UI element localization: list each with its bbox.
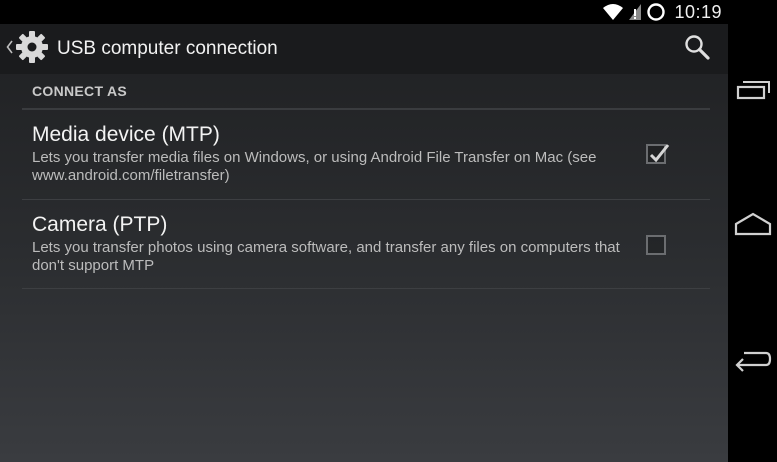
status-icons: 10:19 [602,0,722,24]
status-bar: 10:19 [0,0,728,24]
pref-title: Media device (MTP) [32,123,220,146]
page-title: USB computer connection [57,38,278,59]
pref-summary: Lets you transfer photos using camera so… [32,239,620,274]
back-icon [734,348,772,377]
chevron-left-icon [6,40,13,58]
home-button[interactable] [728,196,777,256]
home-icon [734,212,772,241]
search-icon [683,33,711,66]
sync-icon [646,2,666,22]
back-button[interactable] [728,332,777,392]
status-clock: 10:19 [674,1,722,22]
recent-apps-icon [735,79,771,106]
navigation-bar [728,0,777,462]
preferences-list: CONNECT AS Media device (MTP) Lets you t… [22,74,710,289]
ptp-checkbox[interactable] [646,235,666,255]
settings-gear-icon [15,30,49,69]
signal-icon [628,3,642,21]
pref-title: Camera (PTP) [32,213,168,236]
search-button[interactable] [680,32,714,66]
mtp-checkbox[interactable] [646,144,670,164]
pref-item-ptp[interactable]: Camera (PTP) Lets you transfer photos us… [22,200,710,289]
up-button[interactable] [0,24,55,74]
action-bar: USB computer connection [0,24,728,74]
wifi-icon [602,3,624,21]
section-header: CONNECT AS [22,74,710,110]
pref-item-mtp[interactable]: Media device (MTP) Lets you transfer med… [22,110,710,200]
screen: 10:19 USB computer connection CONNECT AS… [0,0,728,462]
checkmark-icon [649,144,670,163]
recent-apps-button[interactable] [728,62,777,122]
pref-summary: Lets you transfer media files on Windows… [32,149,597,184]
